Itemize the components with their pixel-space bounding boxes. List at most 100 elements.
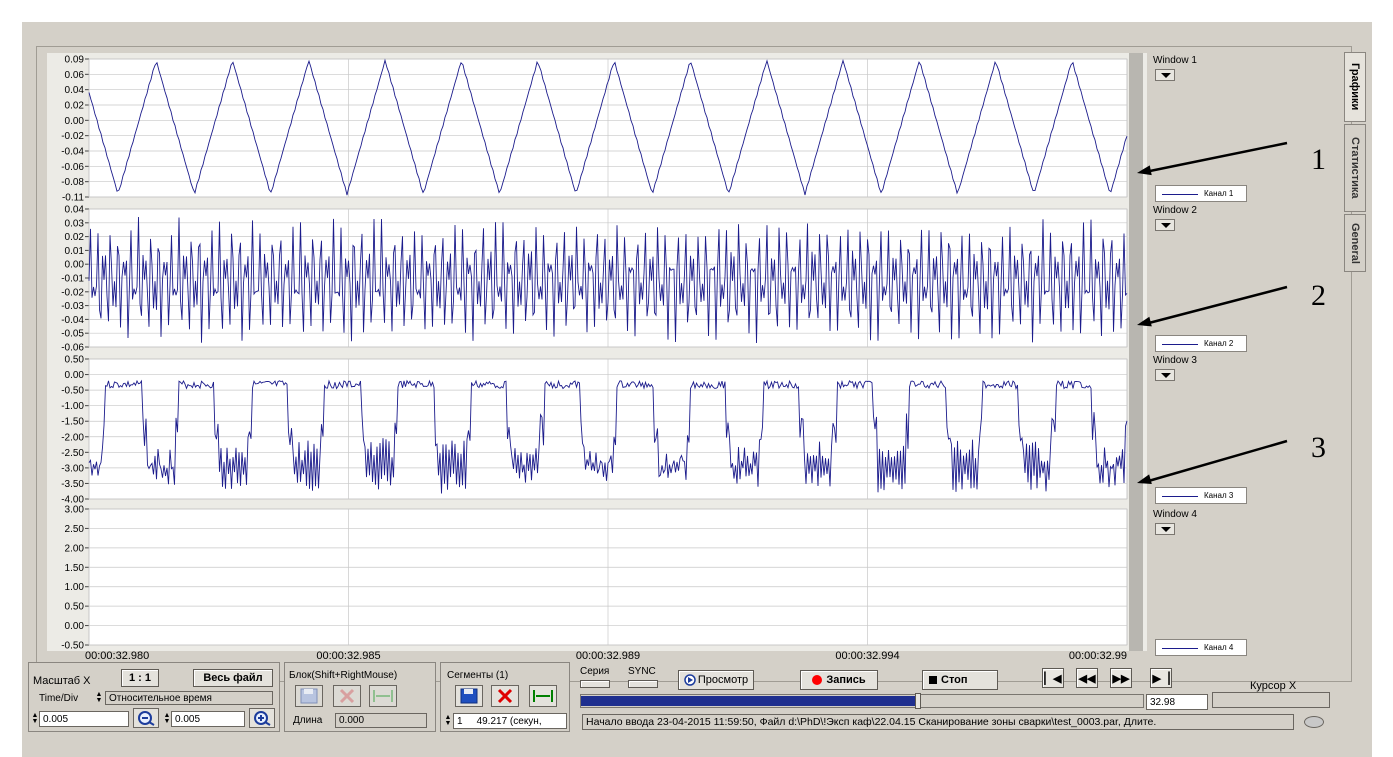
window-4-label: Window 4 bbox=[1153, 509, 1197, 520]
ytick-label: 0.01 bbox=[65, 246, 85, 257]
window-4-scrollbar[interactable] bbox=[1129, 503, 1143, 651]
ytick-label: 0.09 bbox=[65, 55, 85, 66]
annotation-arrow-3 bbox=[1144, 439, 1288, 484]
window-1-dropdown[interactable] bbox=[1155, 69, 1175, 81]
ytick-label: -3.00 bbox=[61, 463, 84, 474]
block-delete-button[interactable] bbox=[333, 685, 361, 707]
stop-button[interactable]: Стоп bbox=[922, 670, 998, 690]
time-div-value-2[interactable]: 0.005 bbox=[171, 711, 245, 727]
tab-statistics[interactable]: Статистика bbox=[1344, 124, 1366, 212]
series-toggle[interactable] bbox=[580, 680, 610, 688]
first-icon: ▏◀ bbox=[1044, 672, 1062, 685]
ytick-label: 0.50 bbox=[65, 602, 85, 613]
last-button[interactable]: ▶▕ bbox=[1150, 668, 1172, 688]
save-icon bbox=[460, 688, 478, 704]
position-slider-thumb[interactable] bbox=[915, 693, 922, 709]
graphs-panel: 0.09 0.06 0.04 0.02 0.00 -0.02 -0.04 -0.06 -0.08… bbox=[36, 46, 1352, 682]
ytick-label: -2.00 bbox=[61, 432, 84, 443]
block-group: Блок(Shift+RightMouse) Длина 0.000 bbox=[284, 662, 436, 732]
ytick-label: -0.08 bbox=[61, 177, 84, 188]
window-3-label: Window 3 bbox=[1153, 355, 1197, 366]
ytick-label: 0.02 bbox=[65, 232, 85, 243]
ytick-label: 0.04 bbox=[65, 85, 85, 96]
expand-icon bbox=[373, 690, 393, 702]
view-button[interactable]: Просмотр bbox=[678, 670, 754, 690]
ytick-label: -1.50 bbox=[61, 417, 84, 428]
ytick-label: -0.05 bbox=[61, 329, 84, 340]
segment-delete-button[interactable] bbox=[491, 685, 519, 707]
ytick-label: 2.50 bbox=[65, 524, 85, 535]
ytick-label: -0.04 bbox=[61, 315, 84, 326]
zoom-in-icon bbox=[254, 711, 271, 726]
ytick-label: 0.06 bbox=[65, 70, 85, 81]
ytick-label: -0.03 bbox=[61, 301, 84, 312]
last-icon: ▶▕ bbox=[1152, 672, 1170, 685]
ytick-label: -0.11 bbox=[62, 193, 84, 204]
xtick-label: 00:00:32.985 bbox=[316, 650, 380, 662]
time-mode-spinner-icon[interactable]: ▲ ▼ bbox=[95, 691, 103, 704]
stop-icon bbox=[929, 676, 937, 684]
window-3-dropdown[interactable] bbox=[1155, 369, 1175, 381]
ytick-label: -0.50 bbox=[61, 641, 84, 652]
application-window: 0.09 0.06 0.04 0.02 0.00 -0.02 -0.04 -0.06 -0.08… bbox=[22, 22, 1372, 757]
block-save-button[interactable] bbox=[295, 685, 323, 707]
block-title: Блок(Shift+RightMouse) bbox=[289, 670, 398, 681]
ytick-label: -0.02 bbox=[61, 287, 84, 298]
xtick-label: 00:00:32.994 bbox=[835, 650, 899, 662]
annotation-2: 2 bbox=[1311, 279, 1326, 312]
ytick-label: 0.50 bbox=[65, 355, 85, 366]
record-button[interactable]: Запись bbox=[800, 670, 878, 690]
time-div-value-1[interactable]: 0.005 bbox=[39, 711, 129, 727]
tab-graphs[interactable]: Графики bbox=[1344, 52, 1366, 122]
scale-x-group: Масштаб X 1 : 1 Весь файл Time/Div ▲ ▼ От… bbox=[28, 662, 280, 732]
xtick-label: 00:00:32.980 bbox=[85, 650, 149, 662]
segment-field[interactable]: 1 49.217 (секун, bbox=[453, 713, 567, 729]
record-icon bbox=[812, 675, 823, 685]
segments-group: Сегменты (1) ▲ ▼ 1 49.217 (секун, bbox=[440, 662, 570, 732]
ytick-label: 0.00 bbox=[65, 260, 85, 271]
led-icon bbox=[1304, 716, 1324, 728]
delete-icon bbox=[339, 688, 355, 704]
scale-x-title: Масштаб X bbox=[33, 675, 91, 687]
ytick-label: -0.50 bbox=[61, 386, 84, 397]
sync-toggle[interactable] bbox=[628, 680, 658, 688]
length-field: 0.000 bbox=[335, 713, 427, 728]
save-icon bbox=[300, 688, 318, 704]
fast-forward-icon: ▶▶ bbox=[1112, 672, 1130, 685]
position-slider[interactable] bbox=[580, 693, 1144, 709]
ytick-label: 0.03 bbox=[65, 218, 85, 229]
position-value-field[interactable]: 32.98 bbox=[1146, 694, 1208, 710]
first-button[interactable]: ▏◀ bbox=[1042, 668, 1064, 688]
block-expand-button[interactable] bbox=[369, 685, 397, 707]
zoom-in-button[interactable] bbox=[249, 708, 275, 728]
window-2-label: Window 2 bbox=[1153, 205, 1197, 216]
ytick-label: 1.00 bbox=[65, 582, 85, 593]
zoom-out-button[interactable] bbox=[133, 708, 159, 728]
window-1-scrollbar[interactable] bbox=[1129, 53, 1143, 203]
ytick-label: -0.01 bbox=[61, 274, 84, 285]
segment-save-button[interactable] bbox=[455, 685, 483, 707]
window-2-dropdown[interactable] bbox=[1155, 219, 1175, 231]
legend-channel-4: Канал 4 bbox=[1155, 639, 1247, 656]
ytick-label: -0.04 bbox=[61, 147, 84, 158]
annotation-arrow-1 bbox=[1144, 141, 1288, 174]
ytick-label: -3.50 bbox=[61, 479, 84, 490]
annotation-1: 1 bbox=[1311, 143, 1326, 176]
ytick-label: -2.50 bbox=[61, 448, 84, 459]
xtick-label: 00:00:32.989 bbox=[576, 650, 640, 662]
segment-spinner-icon[interactable]: ▲ ▼ bbox=[444, 714, 452, 727]
rewind-button[interactable]: ◀◀ bbox=[1076, 668, 1098, 688]
series-label: Серия bbox=[580, 666, 610, 677]
time-mode-field[interactable]: Относительное время bbox=[105, 691, 273, 705]
ytick-label: 0.00 bbox=[65, 116, 85, 127]
whole-file-button[interactable]: Весь файл bbox=[193, 669, 273, 687]
window-4-dropdown[interactable] bbox=[1155, 523, 1175, 535]
segment-expand-button[interactable] bbox=[529, 685, 557, 707]
window-2-scrollbar[interactable] bbox=[1129, 203, 1143, 353]
ratio-button[interactable]: 1 : 1 bbox=[121, 669, 159, 687]
ytick-label: -0.02 bbox=[61, 131, 84, 142]
value2-spinner-icon[interactable]: ▲ ▼ bbox=[163, 712, 171, 725]
fast-forward-button[interactable]: ▶▶ bbox=[1110, 668, 1132, 688]
value1-spinner-icon[interactable]: ▲ ▼ bbox=[31, 712, 39, 725]
tab-general[interactable]: General bbox=[1344, 214, 1366, 272]
